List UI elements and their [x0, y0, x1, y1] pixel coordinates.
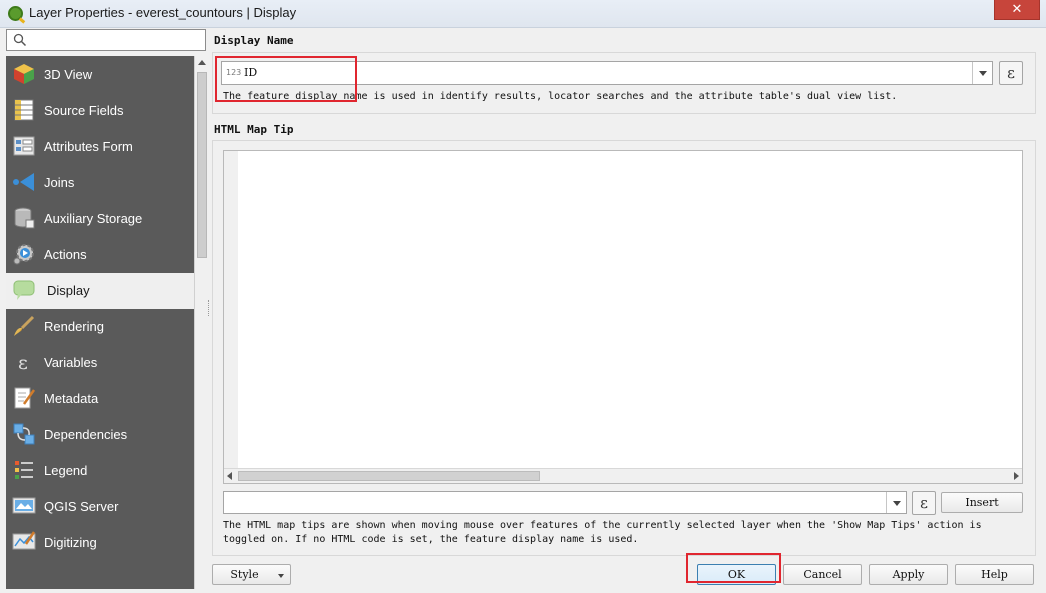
- search-input[interactable]: [6, 29, 206, 51]
- sidebar-item-label: Source Fields: [44, 103, 124, 118]
- sidebar-item-label: Actions: [44, 247, 87, 262]
- sidebar-item-label: Attributes Form: [44, 139, 133, 154]
- document-edit-icon: [14, 387, 36, 409]
- sidebar-item-legend[interactable]: Legend: [6, 453, 194, 489]
- splitter-handle[interactable]: [208, 300, 211, 316]
- display-name-section-title: Display Name: [214, 34, 294, 47]
- insert-expression-button[interactable]: ε: [912, 491, 936, 515]
- speech-bubble-icon: [13, 280, 35, 300]
- sidebar-item-label: Dependencies: [44, 427, 128, 442]
- display-name-expression-button[interactable]: ε: [999, 61, 1023, 85]
- sidebar-item-rendering[interactable]: Rendering: [6, 309, 194, 345]
- sidebar-item-metadata[interactable]: Metadata: [6, 381, 194, 417]
- scroll-up-arrow-icon[interactable]: [198, 60, 206, 65]
- insert-field-combo[interactable]: [223, 491, 907, 514]
- server-icon: [12, 497, 36, 514]
- sidebar: 3D View Source Fields Attributes Form Jo…: [6, 56, 194, 589]
- style-dropdown-button[interactable]: Style: [212, 564, 291, 585]
- cancel-button[interactable]: Cancel: [783, 564, 862, 585]
- search-icon: [13, 33, 27, 47]
- highlight-box-ok: [686, 553, 781, 583]
- cube-icon: [14, 64, 34, 84]
- sidebar-item-joins[interactable]: Joins: [6, 165, 194, 201]
- html-map-tip-section-title: HTML Map Tip: [214, 123, 294, 136]
- apply-button[interactable]: Apply: [869, 564, 948, 585]
- epsilon-icon: ε: [18, 352, 28, 374]
- form-icon: [13, 136, 35, 156]
- sidebar-item-source-fields[interactable]: Source Fields: [6, 93, 194, 129]
- title-bar: Layer Properties - everest_countours | D…: [0, 0, 1046, 28]
- svg-text:ε: ε: [18, 352, 28, 374]
- sidebar-item-label: Display: [47, 283, 90, 298]
- legend-icon: [15, 461, 33, 479]
- chevron-down-icon[interactable]: [972, 62, 992, 84]
- editor-horizontal-scrollbar[interactable]: [224, 468, 1022, 483]
- highlight-box-display-name: [215, 56, 357, 102]
- html-map-tip-help-line1: The HTML map tips are shown when moving …: [223, 520, 982, 531]
- html-map-tip-editor[interactable]: [223, 150, 1023, 484]
- sidebar-item-3d-view[interactable]: 3D View: [6, 57, 194, 93]
- sidebar-item-label: Metadata: [44, 391, 99, 406]
- digitizing-icon: [12, 531, 36, 550]
- sidebar-item-actions[interactable]: Actions: [6, 237, 194, 273]
- chevron-down-icon[interactable]: [886, 492, 906, 513]
- qgis-logo-icon: [8, 6, 23, 21]
- table-fields-icon: [14, 99, 34, 121]
- chevron-down-icon: [278, 574, 284, 578]
- editor-line-gutter: [224, 151, 238, 469]
- close-button[interactable]: ✕: [994, 0, 1040, 20]
- dependencies-icon: [13, 423, 35, 445]
- gear-play-icon: [13, 244, 34, 265]
- sidebar-item-label: Rendering: [44, 319, 104, 334]
- paintbrush-icon: [14, 315, 35, 336]
- style-button-label: Style: [230, 568, 259, 581]
- window-title: Layer Properties - everest_countours | D…: [29, 5, 297, 20]
- scroll-left-arrow-icon[interactable]: [227, 472, 232, 480]
- sidebar-item-label: Auxiliary Storage: [44, 211, 143, 226]
- sidebar-item-auxiliary-storage[interactable]: Auxiliary Storage: [6, 201, 194, 237]
- sidebar-item-digitizing[interactable]: Digitizing: [6, 525, 194, 561]
- sidebar-item-label: Joins: [44, 175, 75, 190]
- sidebar-item-label: Digitizing: [44, 535, 97, 550]
- scrollbar-thumb[interactable]: [238, 471, 540, 481]
- epsilon-icon: ε: [920, 494, 928, 512]
- scrollbar-thumb[interactable]: [197, 72, 207, 258]
- help-button[interactable]: Help: [955, 564, 1034, 585]
- insert-button[interactable]: Insert: [941, 492, 1023, 513]
- sidebar-item-display[interactable]: Display: [6, 273, 194, 309]
- sidebar-item-label: 3D View: [44, 67, 93, 82]
- html-map-tip-help-line2: toggled on. If no HTML code is set, the …: [223, 534, 639, 545]
- join-icon: [13, 173, 34, 191]
- sidebar-scrollbar[interactable]: [194, 56, 208, 589]
- sidebar-item-dependencies[interactable]: Dependencies: [6, 417, 194, 453]
- epsilon-icon: ε: [1007, 64, 1015, 82]
- sidebar-item-qgis-server[interactable]: QGIS Server: [6, 489, 194, 525]
- database-icon: [14, 207, 35, 229]
- sidebar-item-label: Legend: [44, 463, 88, 478]
- sidebar-item-label: QGIS Server: [44, 499, 119, 514]
- sidebar-item-variables[interactable]: ε Variables: [6, 345, 194, 381]
- scroll-right-arrow-icon[interactable]: [1014, 472, 1019, 480]
- sidebar-item-attributes-form[interactable]: Attributes Form: [6, 129, 194, 165]
- sidebar-item-label: Variables: [44, 355, 98, 370]
